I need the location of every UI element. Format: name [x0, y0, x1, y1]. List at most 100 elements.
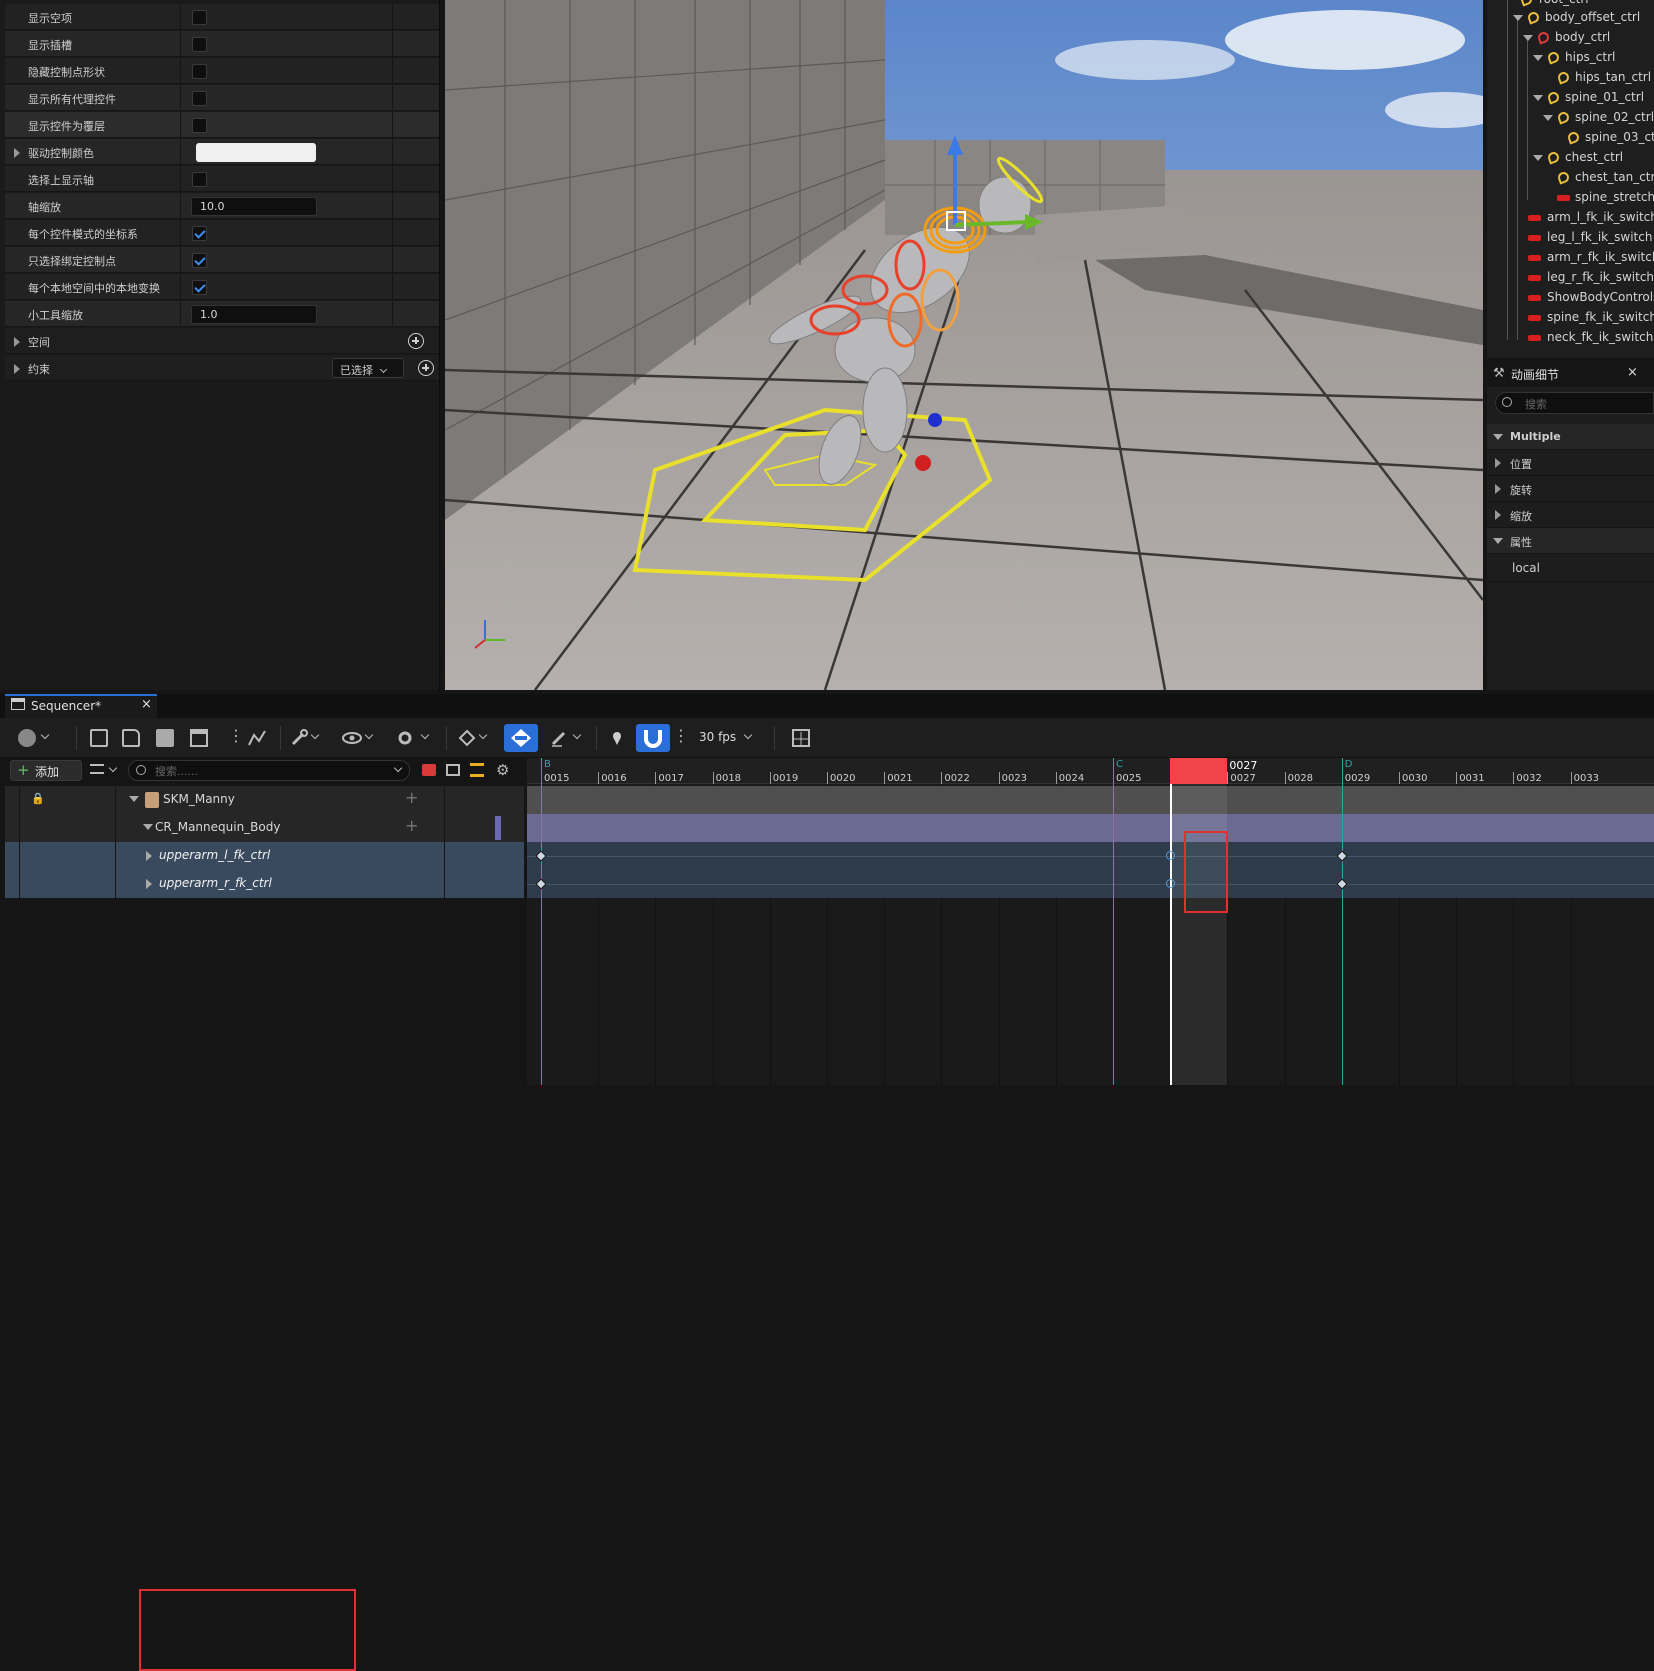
row-scale[interactable]: 缩放 [1487, 502, 1654, 528]
key-interp-button[interactable] [504, 724, 538, 752]
world-icon[interactable] [18, 729, 36, 747]
wrench-icon[interactable] [290, 729, 308, 747]
render-movie-icon[interactable] [190, 729, 208, 747]
settings-gear-icon[interactable]: ⚙ [496, 761, 509, 779]
chevron-down-icon[interactable] [743, 730, 753, 740]
collapse-arrow-icon[interactable] [129, 796, 139, 802]
space-section[interactable]: 空间 [5, 328, 439, 354]
checkbox-coord-space[interactable] [192, 226, 207, 241]
add-icon[interactable]: + [405, 816, 418, 835]
checkbox-show-axis[interactable] [192, 172, 207, 187]
add-circle-icon[interactable] [408, 333, 424, 349]
collapse-arrow-icon[interactable] [1493, 538, 1503, 544]
section-properties[interactable]: 属性 [1487, 528, 1654, 554]
keyframe[interactable] [535, 878, 547, 890]
hierarchy-item-spine-stretch[interactable]: spine_stretch [1487, 188, 1654, 208]
hierarchy-item-arm-l-switch[interactable]: arm_l_fk_ik_switch [1487, 208, 1654, 228]
find-asset-icon[interactable] [122, 729, 140, 747]
hierarchy-item-spine-switch[interactable]: spine_fk_ik_switch [1487, 308, 1654, 328]
sequencer-timeline[interactable]: 0015 0016 0017 0018 0019 0020 0021 0022 0023 0024… [527, 758, 1654, 1085]
marker-pin-icon[interactable] [608, 729, 626, 747]
expand-arrow-icon[interactable] [1533, 95, 1543, 101]
more-options-icon[interactable]: ⋮ [228, 726, 244, 745]
chevron-down-icon[interactable] [310, 730, 320, 740]
section-multiple[interactable]: Multiple [1487, 424, 1654, 450]
hierarchy-item-chest-tan[interactable]: chest_tan_ctrl [1487, 168, 1654, 188]
fps-dropdown[interactable]: 30 fps [699, 730, 736, 744]
marker-label[interactable]: C [1116, 759, 1123, 770]
hierarchy-item-body-offset[interactable]: body_offset_ctrl [1487, 8, 1654, 28]
layer-icon[interactable] [446, 764, 460, 776]
gear-auto-key-icon[interactable] [396, 729, 414, 747]
marker-label[interactable]: B [544, 759, 551, 770]
checkbox-only-bound[interactable] [192, 253, 207, 268]
tracks-icon[interactable] [470, 763, 484, 777]
marker-label[interactable]: D [1345, 759, 1353, 770]
collapse-arrow-icon[interactable] [143, 824, 153, 830]
hierarchy-item-hips[interactable]: hips_ctrl [1487, 48, 1654, 68]
expand-arrow-icon[interactable] [1533, 55, 1543, 61]
expand-arrow-icon[interactable] [1523, 35, 1533, 41]
playhead-line[interactable] [1170, 784, 1173, 1085]
chevron-down-icon[interactable] [393, 763, 403, 773]
checkbox-show-overlay[interactable] [192, 118, 207, 133]
hierarchy-item-leg-r-switch[interactable]: leg_r_fk_ik_switch [1487, 268, 1654, 288]
record-icon[interactable] [422, 764, 436, 776]
hierarchy-item-chest[interactable]: chest_ctrl [1487, 148, 1654, 168]
hierarchy-item-neck-switch[interactable]: neck_fk_ik_switch [1487, 328, 1654, 348]
color-swatch[interactable] [196, 143, 316, 162]
expand-arrow-icon[interactable] [146, 879, 152, 889]
lock-icon[interactable]: 🔒 [31, 792, 45, 805]
tab-sequencer[interactable]: Sequencer* × [5, 694, 157, 718]
marker-line[interactable] [541, 758, 542, 1085]
expand-arrow-icon[interactable] [1513, 15, 1523, 21]
collapse-arrow-icon[interactable] [1493, 434, 1503, 440]
expand-arrow-icon[interactable] [1495, 510, 1501, 520]
hierarchy-item-spine02[interactable]: spine_02_ctrl [1487, 108, 1654, 128]
axis-scale-input[interactable]: 10.0 [191, 197, 317, 216]
hierarchy-item-hips-tan[interactable]: hips_tan_ctrl [1487, 68, 1654, 88]
track-search-input[interactable]: 搜索...... [128, 760, 410, 781]
eye-icon[interactable] [342, 729, 362, 747]
constraint-dropdown[interactable]: 已选择 [332, 358, 404, 378]
marker-line[interactable] [1113, 758, 1114, 1085]
expand-arrow-icon[interactable] [146, 851, 152, 861]
hierarchy-item-leg-l-switch[interactable]: leg_l_fk_ik_switch [1487, 228, 1654, 248]
filter-icon[interactable] [90, 764, 104, 774]
checkbox-local-transform[interactable] [192, 280, 207, 295]
save-icon[interactable] [90, 729, 108, 747]
grid-view-icon[interactable] [792, 729, 810, 747]
keyframe[interactable] [535, 850, 547, 862]
chevron-down-icon[interactable] [40, 730, 50, 740]
level-viewport[interactable] [445, 0, 1483, 690]
track-row-control-rig[interactable]: CR_Mannequin_Body + [5, 814, 524, 842]
checkbox-show-empty[interactable] [192, 10, 207, 25]
hierarchy-item-show-body[interactable]: ShowBodyControls [1487, 288, 1654, 308]
checkbox-hide-shapes[interactable] [192, 64, 207, 79]
keyframe[interactable] [1336, 878, 1348, 890]
constraint-section[interactable]: 约束 已选择 [5, 355, 439, 381]
close-icon[interactable]: × [1627, 365, 1638, 380]
expand-arrow-icon[interactable] [1495, 458, 1501, 468]
marker-line[interactable] [1341, 758, 1343, 1085]
pencil-icon[interactable] [550, 729, 568, 747]
snap-button[interactable] [636, 724, 670, 752]
track-row-upperarm-l[interactable]: upperarm_l_fk_ctrl [5, 842, 524, 870]
add-icon[interactable]: + [405, 788, 418, 807]
expand-arrow-icon[interactable] [1533, 155, 1543, 161]
expand-arrow-icon[interactable] [1543, 115, 1553, 121]
row-location[interactable]: 位置 [1487, 450, 1654, 476]
row-rotation[interactable]: 旋转 [1487, 476, 1654, 502]
track-row-upperarm-r[interactable]: upperarm_r_fk_ctrl [5, 870, 524, 898]
expand-arrow-icon[interactable] [14, 364, 20, 374]
expand-arrow-icon[interactable] [1495, 484, 1501, 494]
hierarchy-item-body[interactable]: body_ctrl [1487, 28, 1654, 48]
keyframe[interactable] [1336, 850, 1348, 862]
hierarchy-item-spine01[interactable]: spine_01_ctrl [1487, 88, 1654, 108]
gizmo-scale-input[interactable]: 1.0 [191, 305, 317, 324]
chevron-down-icon[interactable] [572, 730, 582, 740]
add-circle-icon[interactable] [418, 360, 434, 376]
anim-search-input[interactable]: 搜索 [1495, 392, 1654, 414]
chevron-down-icon[interactable] [364, 730, 374, 740]
hierarchy-item-arm-r-switch[interactable]: arm_r_fk_ik_switch [1487, 248, 1654, 268]
